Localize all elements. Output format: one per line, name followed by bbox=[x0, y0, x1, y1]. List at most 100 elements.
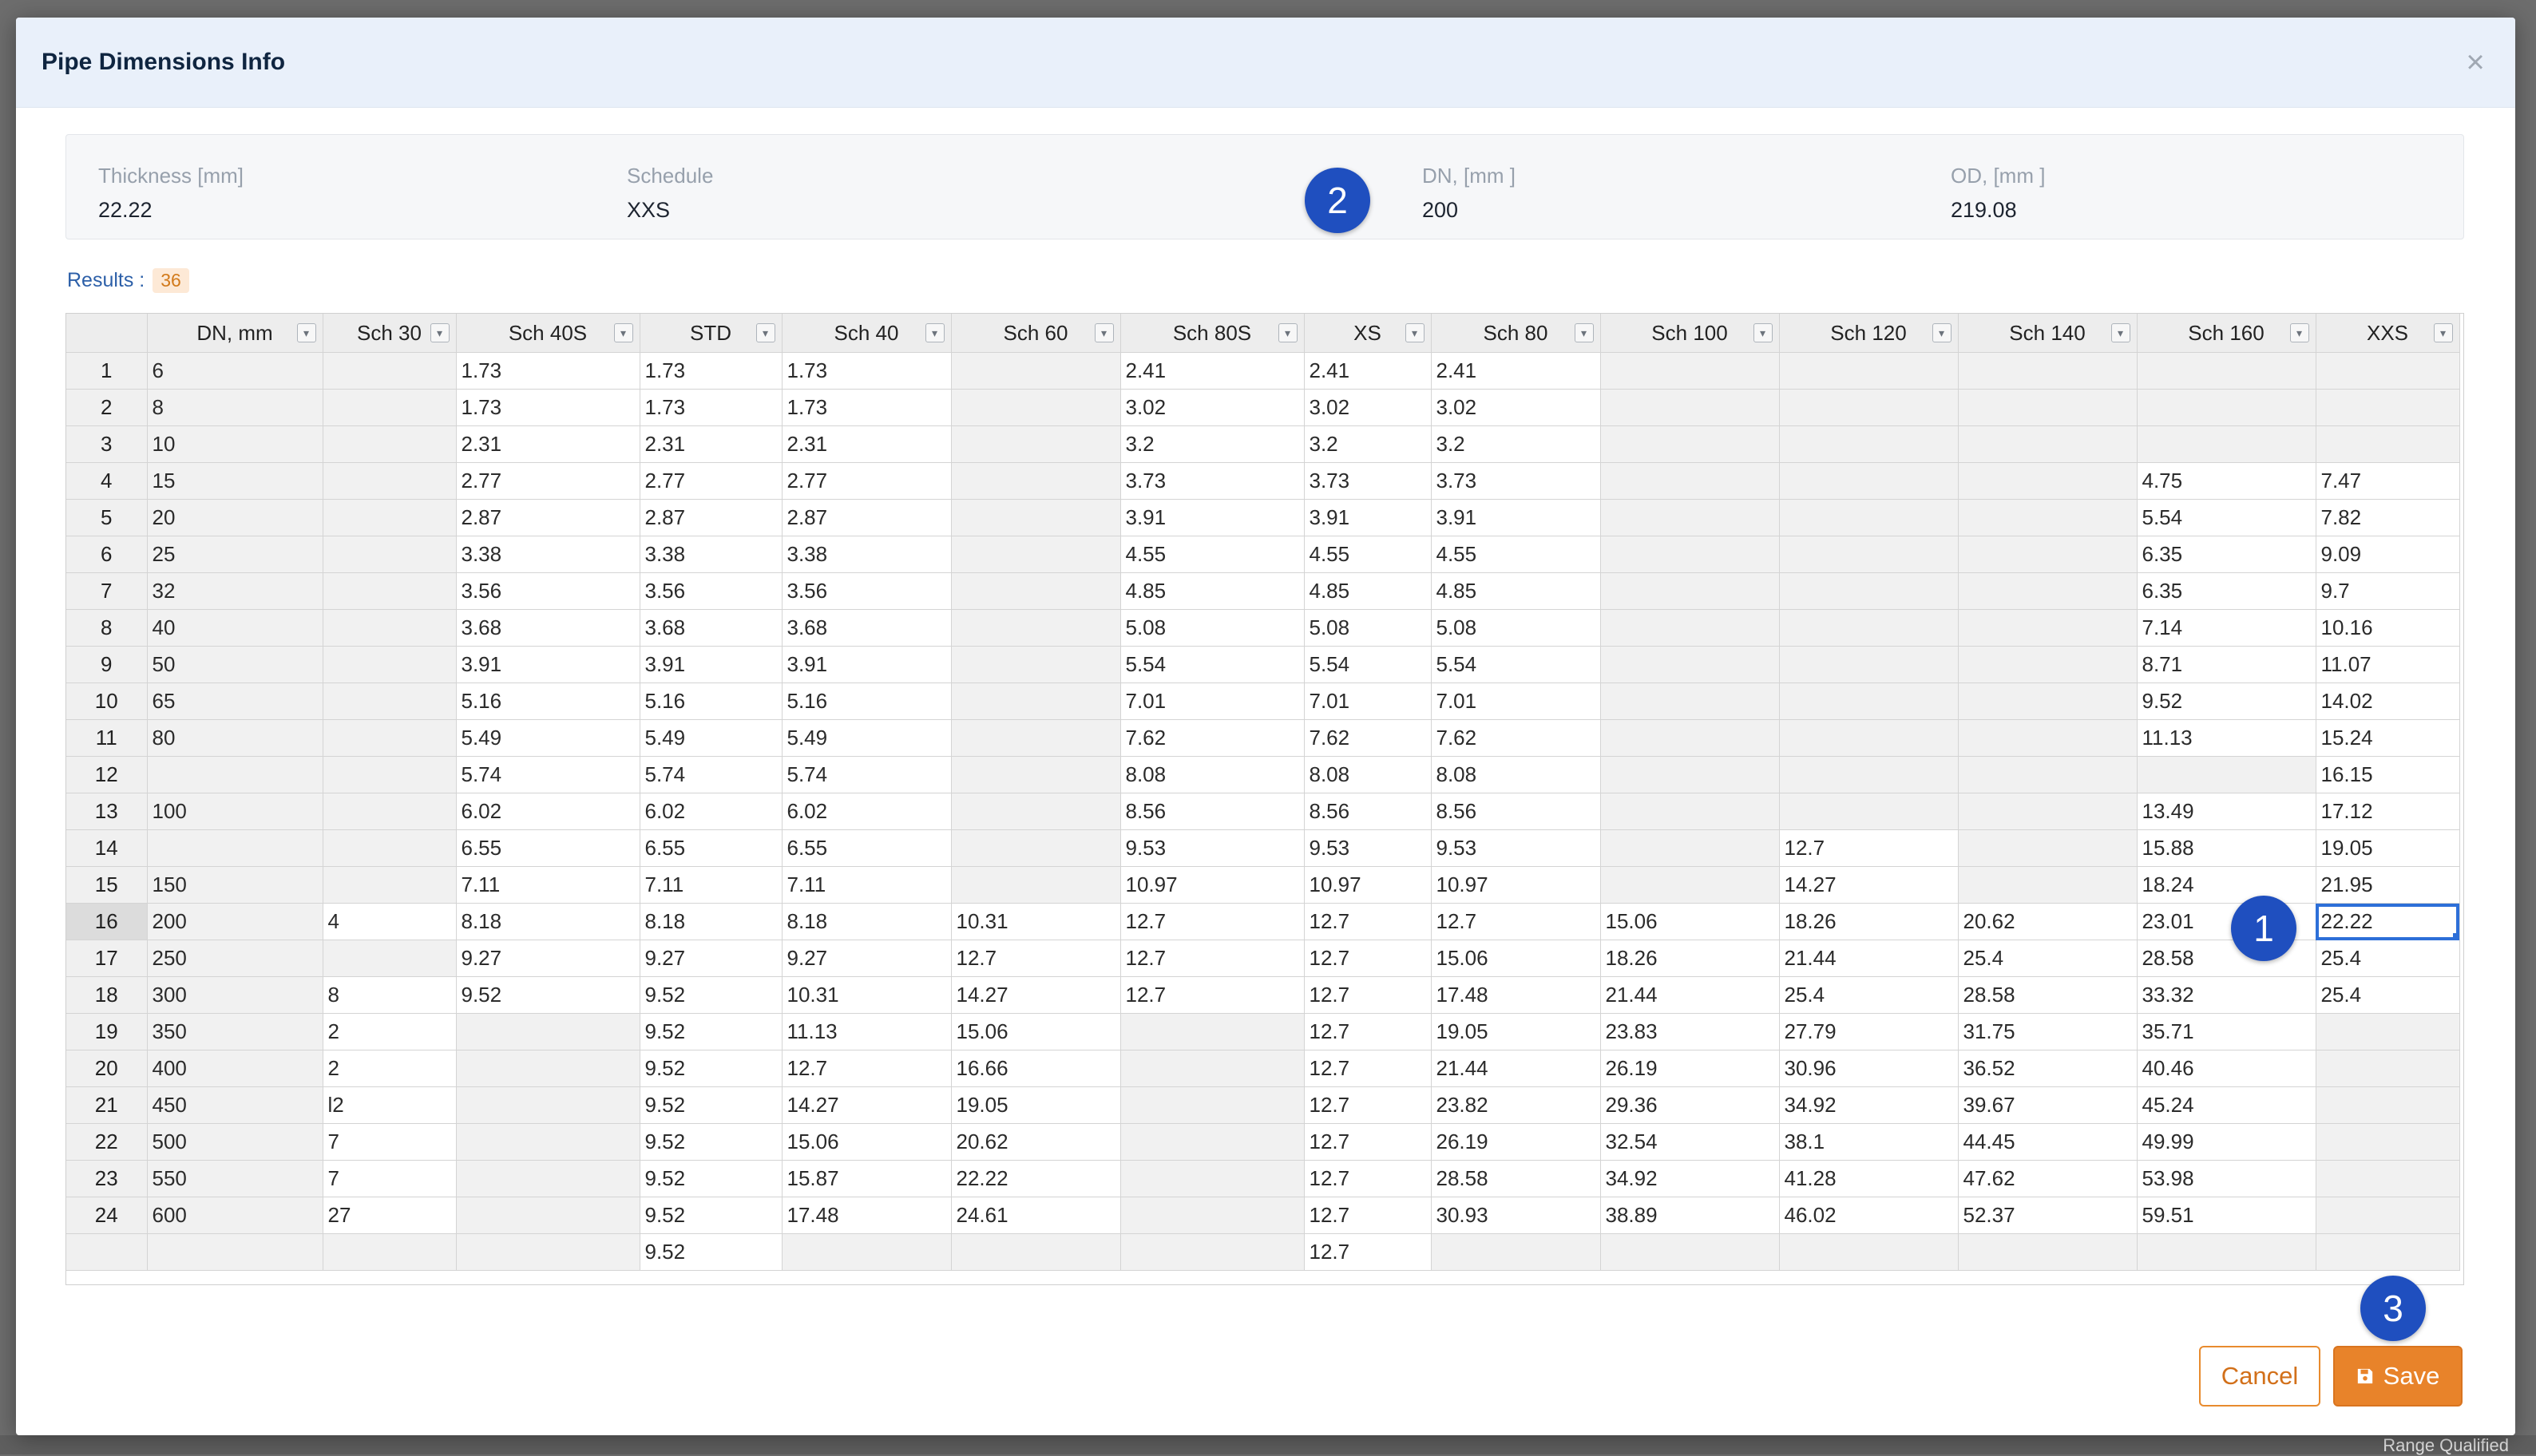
table-cell[interactable] bbox=[323, 646, 457, 683]
table-row[interactable]: 10 65 5.16 5.16 5.16 7.01 7.01 7.01 9.52 14.02 bbox=[66, 682, 2460, 720]
table-cell[interactable] bbox=[1120, 1123, 1305, 1161]
table-cell[interactable] bbox=[2316, 389, 2460, 426]
table-cell[interactable]: 8.18 bbox=[456, 903, 640, 940]
table-cell[interactable]: 7.47 bbox=[2316, 462, 2460, 500]
table-cell[interactable]: 20 bbox=[147, 499, 323, 536]
table-cell[interactable]: 40.46 bbox=[2137, 1050, 2316, 1087]
table-cell[interactable]: 1.73 bbox=[782, 389, 952, 426]
table-cell[interactable] bbox=[323, 609, 457, 647]
column-header[interactable]: DN, mm ▾ bbox=[147, 314, 323, 353]
table-cell[interactable]: 8.18 bbox=[782, 903, 952, 940]
table-cell[interactable] bbox=[456, 1086, 640, 1124]
table-cell[interactable]: 12.7 bbox=[1304, 940, 1432, 977]
table-cell[interactable]: 36.52 bbox=[1958, 1050, 2138, 1087]
filter-dropdown-icon[interactable]: ▾ bbox=[1574, 323, 1594, 342]
table-cell[interactable]: 1.73 bbox=[640, 352, 783, 390]
table-cell[interactable]: 22.22 bbox=[951, 1160, 1121, 1197]
table-cell[interactable] bbox=[1600, 793, 1780, 830]
table-cell[interactable]: 14.27 bbox=[1779, 866, 1959, 904]
table-cell[interactable]: l2 bbox=[323, 1086, 457, 1124]
table-cell[interactable]: 7.62 bbox=[1431, 719, 1601, 757]
table-cell[interactable] bbox=[951, 866, 1121, 904]
table-cell[interactable]: 5.08 bbox=[1304, 609, 1432, 647]
table-cell[interactable] bbox=[1779, 462, 1959, 500]
table-cell[interactable]: 7.01 bbox=[1431, 682, 1601, 720]
table-cell[interactable]: 2.87 bbox=[456, 499, 640, 536]
filter-dropdown-icon[interactable]: ▾ bbox=[1753, 323, 1773, 342]
table-cell[interactable]: 12.7 bbox=[1304, 1013, 1432, 1050]
table-cell[interactable]: 6.35 bbox=[2137, 572, 2316, 610]
table-cell[interactable]: 46.02 bbox=[1779, 1197, 1959, 1234]
table-cell[interactable]: 28.58 bbox=[1958, 976, 2138, 1014]
table-cell[interactable]: 1.73 bbox=[782, 352, 952, 390]
table-cell[interactable] bbox=[323, 682, 457, 720]
table-cell[interactable] bbox=[951, 609, 1121, 647]
table-cell[interactable]: 8 bbox=[323, 976, 457, 1014]
table-cell[interactable]: 4.85 bbox=[1120, 572, 1305, 610]
table-cell[interactable]: 9.52 bbox=[640, 1050, 783, 1087]
column-header[interactable]: Sch 80S ▾ bbox=[1120, 314, 1305, 353]
table-cell[interactable]: 7.62 bbox=[1304, 719, 1432, 757]
table-row[interactable]: 4 15 2.77 2.77 2.77 3.73 3.73 3.73 4.75 7.47 bbox=[66, 462, 2460, 500]
table-cell[interactable]: 7.62 bbox=[1120, 719, 1305, 757]
table-cell[interactable]: 9.09 bbox=[2316, 536, 2460, 573]
table-cell[interactable]: 34.92 bbox=[1779, 1086, 1959, 1124]
table-cell[interactable]: 7.14 bbox=[2137, 609, 2316, 647]
table-row[interactable]: 6 25 3.38 3.38 3.38 4.55 4.55 4.55 6.35 9.09 bbox=[66, 536, 2460, 573]
column-header[interactable]: Sch 60 ▾ bbox=[951, 314, 1121, 353]
table-cell[interactable]: 2.41 bbox=[1431, 352, 1601, 390]
table-row[interactable]: 12 5.74 5.74 5.74 8.08 8.08 8.08 16.15 bbox=[66, 756, 2460, 793]
table-cell[interactable]: 26.19 bbox=[1431, 1123, 1601, 1161]
table-cell[interactable]: 4.85 bbox=[1304, 572, 1432, 610]
table-row[interactable]: 3 10 2.31 2.31 2.31 3.2 3.2 3.2 bbox=[66, 425, 2460, 463]
table-cell[interactable]: 9.53 bbox=[1304, 829, 1432, 867]
table-cell[interactable]: 30.93 bbox=[1431, 1197, 1601, 1234]
table-cell[interactable]: 2.31 bbox=[782, 425, 952, 463]
table-cell[interactable]: 15.24 bbox=[2316, 719, 2460, 757]
table-cell[interactable] bbox=[1958, 425, 2138, 463]
table-cell[interactable]: 5.16 bbox=[456, 682, 640, 720]
table-cell[interactable]: 12.7 bbox=[1304, 1160, 1432, 1197]
table-cell[interactable]: 21.44 bbox=[1600, 976, 1780, 1014]
table-cell[interactable] bbox=[1120, 1086, 1305, 1124]
table-row[interactable]: 16 200 4 8.18 8.18 8.18 10.31 12.7 12.7 12.7 15.06… bbox=[66, 903, 2460, 940]
table-cell[interactable]: 3.02 bbox=[1120, 389, 1305, 426]
table-cell[interactable]: 39.67 bbox=[1958, 1086, 2138, 1124]
table-cell[interactable]: 3.91 bbox=[782, 646, 952, 683]
table-row[interactable]: 11 80 5.49 5.49 5.49 7.62 7.62 7.62 11.13 15.24 bbox=[66, 719, 2460, 757]
table-cell[interactable] bbox=[1958, 682, 2138, 720]
table-cell[interactable]: 21.44 bbox=[1431, 1050, 1601, 1087]
table-cell[interactable]: 7.11 bbox=[640, 866, 783, 904]
table-cell[interactable]: 38.1 bbox=[1779, 1123, 1959, 1161]
table-cell[interactable]: 9.52 bbox=[456, 976, 640, 1014]
table-cell[interactable]: 7.11 bbox=[782, 866, 952, 904]
table-cell[interactable]: 33.32 bbox=[2137, 976, 2316, 1014]
table-cell[interactable] bbox=[1779, 719, 1959, 757]
table-cell[interactable]: 3.73 bbox=[1431, 462, 1601, 500]
table-cell[interactable]: 10.31 bbox=[951, 903, 1121, 940]
table-cell[interactable]: 150 bbox=[147, 866, 323, 904]
table-cell[interactable]: 10.16 bbox=[2316, 609, 2460, 647]
table-cell[interactable]: 9.53 bbox=[1431, 829, 1601, 867]
table-cell[interactable] bbox=[1600, 646, 1780, 683]
table-cell[interactable] bbox=[456, 1197, 640, 1234]
table-cell[interactable]: 44.45 bbox=[1958, 1123, 2138, 1161]
table-cell[interactable]: 2.31 bbox=[456, 425, 640, 463]
table-cell[interactable] bbox=[1779, 536, 1959, 573]
table-cell[interactable]: 2.41 bbox=[1120, 352, 1305, 390]
table-cell[interactable]: 9.52 bbox=[640, 1197, 783, 1234]
table-cell[interactable]: 25.4 bbox=[1958, 940, 2138, 977]
table-row[interactable]: 7 32 3.56 3.56 3.56 4.85 4.85 4.85 6.35 9.7 bbox=[66, 572, 2460, 610]
table-cell[interactable]: 9.52 bbox=[640, 1160, 783, 1197]
table-cell[interactable] bbox=[323, 499, 457, 536]
filter-dropdown-icon[interactable]: ▾ bbox=[925, 323, 945, 342]
table-cell[interactable] bbox=[1958, 756, 2138, 793]
table-cell[interactable]: 2.87 bbox=[782, 499, 952, 536]
table-cell[interactable]: 6.55 bbox=[456, 829, 640, 867]
table-cell[interactable] bbox=[951, 389, 1121, 426]
table-cell[interactable] bbox=[951, 829, 1121, 867]
filter-dropdown-icon[interactable]: ▾ bbox=[2433, 323, 2453, 342]
table-cell[interactable]: 2.31 bbox=[640, 425, 783, 463]
table-row[interactable]: 24 600 27 9.52 17.48 24.61 12.7 30.93 38.89 46.02… bbox=[66, 1197, 2460, 1234]
table-cell[interactable]: 4.55 bbox=[1120, 536, 1305, 573]
